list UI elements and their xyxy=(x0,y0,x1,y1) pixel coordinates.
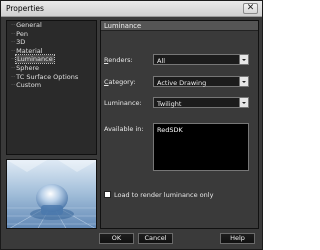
luminance-value: Twilight xyxy=(157,99,182,108)
chevron-down-icon[interactable] xyxy=(239,77,248,86)
chevron-down-icon[interactable] xyxy=(239,55,248,64)
panel-header: Luminance xyxy=(101,21,258,31)
load-only-checkbox[interactable] xyxy=(104,191,111,198)
available-in-label: Available in: xyxy=(104,125,144,133)
ok-button[interactable]: OK xyxy=(99,233,134,244)
list-item[interactable]: RedSDK xyxy=(154,124,248,136)
close-icon[interactable]: ✕ xyxy=(243,3,258,14)
renders-value: All xyxy=(157,56,166,65)
category-dropdown[interactable]: Active Drawing xyxy=(153,76,249,87)
category-value: Active Drawing xyxy=(157,78,207,87)
nav-item-luminance[interactable]: ·· Luminance xyxy=(7,54,96,65)
luminance-dropdown[interactable]: Twilight xyxy=(153,97,249,108)
available-in-list[interactable]: RedSDK xyxy=(153,123,249,171)
chevron-down-icon[interactable] xyxy=(239,98,248,107)
cancel-button[interactable]: Cancel xyxy=(138,233,173,244)
preview-render xyxy=(7,160,96,228)
help-button[interactable]: Help xyxy=(220,233,255,244)
luminance-preview-image xyxy=(6,159,97,229)
category-tree: ··General ··Pen ··3D ··Material ·· Lumina… xyxy=(6,20,97,155)
load-only-label: Load to render luminance only xyxy=(114,191,214,199)
title-bar[interactable]: Properties ✕ xyxy=(1,1,262,17)
properties-dialog: Properties ✕ ··General ··Pen ··3D ··Mate… xyxy=(0,0,263,250)
renders-dropdown[interactable]: All xyxy=(153,54,249,65)
luminance-label: Luminance: xyxy=(104,99,142,107)
nav-item-tc-surface-options[interactable]: ··TC Surface Options xyxy=(7,73,96,82)
nav-item-3d[interactable]: ··3D xyxy=(7,38,96,47)
renders-label: Renders: xyxy=(104,56,133,64)
category-label: Category: xyxy=(104,78,136,86)
luminance-panel: Luminance Renders: All Category: Active … xyxy=(100,20,259,229)
nav-item-general[interactable]: ··General xyxy=(7,21,96,30)
nav-item-pen[interactable]: ··Pen xyxy=(7,30,96,39)
window-title: Properties xyxy=(6,4,44,13)
nav-item-sphere[interactable]: ··Sphere xyxy=(7,64,96,73)
nav-item-custom[interactable]: ··Custom xyxy=(7,81,96,90)
